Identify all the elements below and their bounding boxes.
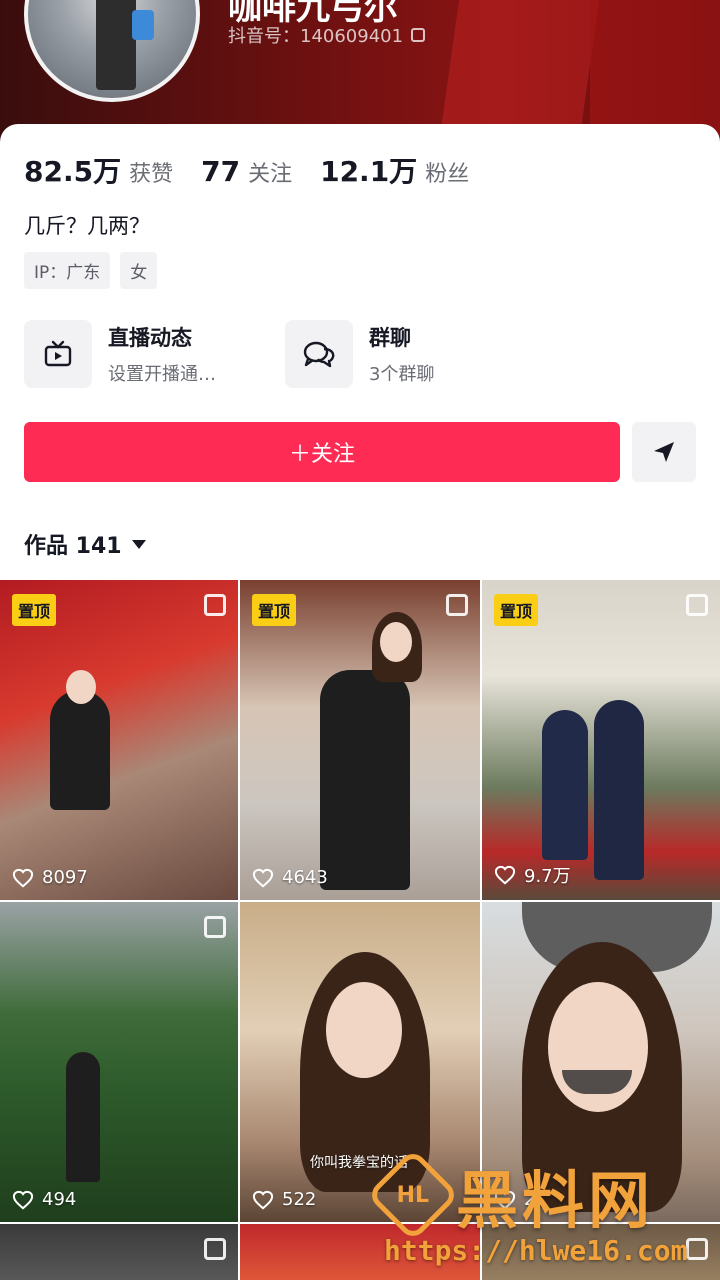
live-feature-sub: 设置开播通… xyxy=(108,364,216,385)
avatar-figure xyxy=(96,0,136,90)
tile-figure xyxy=(542,710,588,860)
chat-bubbles-icon xyxy=(285,320,353,388)
tile-figure xyxy=(320,670,410,890)
stat-likes-value: 82.5万 xyxy=(24,155,122,188)
avatar[interactable] xyxy=(24,0,200,102)
stat-likes-label: 获赞 xyxy=(129,162,174,187)
tags: IP：广东 女 xyxy=(24,252,158,289)
like-count: 8097 xyxy=(12,867,88,888)
heart-icon xyxy=(252,1190,274,1209)
like-count: 4643 xyxy=(252,867,328,888)
pinned-badge: 置顶 xyxy=(12,594,57,626)
stat-likes[interactable]: 82.5万 获赞 xyxy=(24,150,173,190)
douyin-id-text: 抖音号：140609401 xyxy=(228,26,404,47)
multi-image-icon xyxy=(686,594,708,616)
watermark-url: https://hlwe16.com xyxy=(384,1234,688,1267)
bio: 几斤？几两？ xyxy=(24,214,150,238)
group-chat-feature[interactable]: 群聊 3个群聊 xyxy=(285,320,434,388)
like-count: 9.7万 xyxy=(494,862,571,888)
pinned-badge: 置顶 xyxy=(494,594,539,626)
multi-image-icon xyxy=(204,916,226,938)
group-chat-sub: 3个群聊 xyxy=(369,364,435,385)
heart-icon xyxy=(12,1190,34,1209)
work-tile[interactable]: 置顶 8097 xyxy=(0,580,238,900)
watermark: HL 黑料网 xyxy=(366,1148,655,1242)
douyin-id[interactable]: 抖音号：140609401 xyxy=(228,22,426,48)
tag-ip: IP：广东 xyxy=(24,252,111,289)
group-chat-title: 群聊 xyxy=(369,326,411,350)
work-tile[interactable]: 494 xyxy=(0,902,238,1222)
paper-plane-icon xyxy=(654,442,674,462)
stat-followers-label: 粉丝 xyxy=(425,162,470,187)
stat-following[interactable]: 77 关注 xyxy=(201,155,292,188)
tile-figure xyxy=(66,1052,100,1182)
tile-figure xyxy=(594,700,644,880)
tile-face xyxy=(326,982,402,1078)
stat-following-label: 关注 xyxy=(248,162,293,187)
tile-face xyxy=(380,622,412,662)
tile-figure xyxy=(50,690,110,810)
multi-image-icon xyxy=(686,1238,708,1260)
profile-card: 82.5万 获赞 77 关注 12.1万 粉丝 几斤？几两？ IP：广东 女 直… xyxy=(0,124,720,584)
stats-row: 82.5万 获赞 77 关注 12.1万 粉丝 xyxy=(24,150,469,190)
like-count: 494 xyxy=(12,1189,76,1210)
stat-followers-value: 12.1万 xyxy=(320,155,418,188)
like-count-value: 522 xyxy=(282,1189,317,1210)
like-count: 522 xyxy=(252,1189,316,1210)
watermark-logo: HL xyxy=(366,1148,460,1242)
copy-icon[interactable] xyxy=(411,28,426,42)
like-count-value: 9.7万 xyxy=(524,866,571,887)
tile-face xyxy=(66,670,96,704)
heart-icon xyxy=(494,865,516,885)
multi-image-icon xyxy=(446,594,468,616)
tag-gender: 女 xyxy=(120,252,158,289)
watermark-text: 黑料网 xyxy=(456,1164,655,1237)
multi-image-icon xyxy=(204,594,226,616)
pinned-badge: 置顶 xyxy=(252,594,297,626)
tv-icon xyxy=(24,320,92,388)
like-count-value: 4643 xyxy=(282,867,328,888)
multi-image-icon xyxy=(204,1238,226,1260)
work-tile[interactable] xyxy=(0,1224,238,1280)
share-button[interactable] xyxy=(632,422,696,482)
stat-followers[interactable]: 12.1万 粉丝 xyxy=(320,150,469,190)
works-tab-label: 作品 141 xyxy=(24,534,122,559)
chevron-down-icon xyxy=(131,539,146,549)
heart-icon xyxy=(252,868,274,887)
work-tile[interactable]: 置顶 9.7万 xyxy=(482,580,720,900)
stat-following-value: 77 xyxy=(201,155,241,188)
live-feature[interactable]: 直播动态 设置开播通… xyxy=(24,320,216,388)
heart-icon xyxy=(12,868,34,887)
avatar-bag xyxy=(132,10,154,40)
works-tab[interactable]: 作品 141 xyxy=(24,528,146,560)
watermark-logo-text: HL xyxy=(396,1182,430,1208)
work-tile[interactable]: 置顶 4643 xyxy=(240,580,480,900)
live-feature-title: 直播动态 xyxy=(108,326,192,350)
like-count-value: 494 xyxy=(42,1189,77,1210)
follow-button[interactable]: ＋关注 xyxy=(24,422,620,482)
like-count-value: 8097 xyxy=(42,867,88,888)
